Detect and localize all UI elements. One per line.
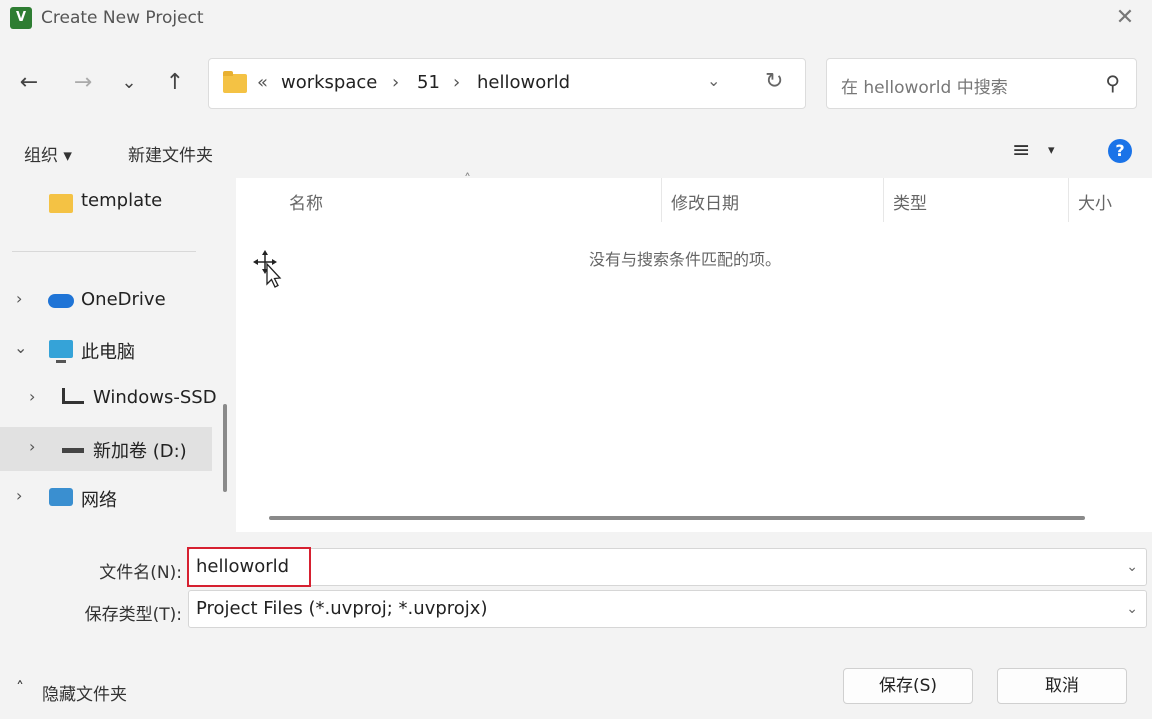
view-dropdown-icon[interactable]: ▾ [1048,143,1055,158]
chevron-down-icon[interactable]: ⌄ [707,71,720,90]
sidebar-item-label: OneDrive [81,289,166,310]
search-placeholder: 在 helloworld 中搜索 [841,78,1008,98]
navigation-pane: template › OneDrive ⌄ 此电脑 › Windows-SSD … [0,178,217,532]
divider [12,251,196,252]
empty-message: 没有与搜索条件匹配的项。 [589,250,782,269]
breadcrumb-separator[interactable]: › [392,72,399,93]
computer-icon [49,340,73,363]
refresh-icon[interactable]: ↻ [765,69,783,94]
sidebar-item-onedrive[interactable]: › OneDrive [0,279,212,323]
filetype-label: 保存类型(T): [84,605,182,625]
breadcrumb-separator[interactable]: › [453,72,460,93]
nav-scrollbar[interactable] [223,404,227,492]
recent-locations-button[interactable]: ⌄ [114,66,144,100]
chevron-down-icon[interactable]: ⌄ [1126,559,1138,575]
folder-icon [49,194,73,213]
search-icon[interactable]: ⚲ [1105,71,1120,95]
organize-menu[interactable]: 组织 ▾ [24,141,72,166]
filename-label: 文件名(N): [99,563,182,583]
help-icon[interactable]: ? [1108,139,1132,163]
window-title: Create New Project [41,8,204,28]
column-header-type[interactable]: 类型 [893,189,927,214]
folder-icon [223,71,247,93]
column-header-name[interactable]: 名称 [289,189,323,214]
up-button[interactable]: ↑ [160,66,190,100]
move-cursor-icon [253,250,282,288]
chevron-right-icon[interactable]: › [29,387,35,406]
breadcrumb-workspace[interactable]: workspace [281,72,377,93]
save-button[interactable]: 保存(S) [843,668,973,704]
column-divider[interactable] [883,178,884,222]
sidebar-item-this-pc[interactable]: ⌄ 此电脑 [0,328,212,372]
dialog-footer: ˄ 隐藏文件夹 保存(S) 取消 [0,648,1152,719]
sidebar-item-template[interactable]: template [0,180,212,224]
chevron-down-icon[interactable]: ⌄ [1126,601,1138,617]
chevron-right-icon[interactable]: › [29,437,35,456]
network-icon [49,488,73,506]
keil-uvision-icon: V [10,7,32,29]
breadcrumb-overflow[interactable]: « [257,72,268,93]
chevron-right-icon[interactable]: › [16,289,22,308]
cancel-button[interactable]: 取消 [997,668,1127,704]
address-bar[interactable]: « workspace › 51 › helloworld ⌄ ↻ [208,58,806,109]
new-folder-button[interactable]: 新建文件夹 [128,141,213,166]
search-input[interactable]: 在 helloworld 中搜索 ⚲ [826,58,1137,109]
sidebar-item-label: template [81,190,163,211]
sidebar-item-network[interactable]: › 网络 [0,476,212,520]
title-bar: V Create New Project ✕ [0,0,1152,38]
sidebar-item-windows-ssd[interactable]: › Windows-SSD [0,377,217,421]
cloud-icon [48,294,74,308]
column-header-size[interactable]: 大小 [1078,189,1112,214]
sort-arrow-icon: ˄ [464,172,471,188]
windows-drive-icon [62,388,84,404]
hide-folders-toggle[interactable]: 隐藏文件夹 [42,680,127,705]
highlight-annotation [187,547,311,587]
drive-icon [62,448,84,453]
sidebar-item-drive-d[interactable]: › 新加卷 (D:) [0,427,212,471]
chevron-right-icon[interactable]: › [16,486,22,505]
sidebar-item-label: Windows-SSD [93,387,217,408]
chevron-down-icon[interactable]: ⌄ [14,338,27,357]
breadcrumb-helloworld[interactable]: helloworld [477,72,570,93]
sidebar-item-label: 此电脑 [81,342,135,363]
column-divider[interactable] [661,178,662,222]
view-options-icon[interactable]: ≡ [1012,138,1030,163]
back-button[interactable]: ← [14,66,44,100]
breadcrumb-51[interactable]: 51 [417,72,440,93]
filename-field[interactable]: helloworld ⌄ [188,548,1147,586]
column-header-date-modified[interactable]: 修改日期 [671,189,739,214]
sidebar-item-label: 新加卷 (D:) [93,441,187,462]
sidebar-item-label: 网络 [81,490,117,511]
chevron-up-icon[interactable]: ˄ [16,678,24,697]
filetype-value: Project Files (*.uvproj; *.uvprojx) [196,598,488,619]
file-list[interactable]: ˄ 名称 修改日期 类型 大小 没有与搜索条件匹配的项。 [236,172,1152,532]
horizontal-scrollbar[interactable] [269,516,1085,520]
column-divider[interactable] [1068,178,1069,222]
filetype-select[interactable]: Project Files (*.uvproj; *.uvprojx) ⌄ [188,590,1147,628]
close-button[interactable]: ✕ [1110,4,1140,34]
forward-button[interactable]: → [68,66,98,100]
